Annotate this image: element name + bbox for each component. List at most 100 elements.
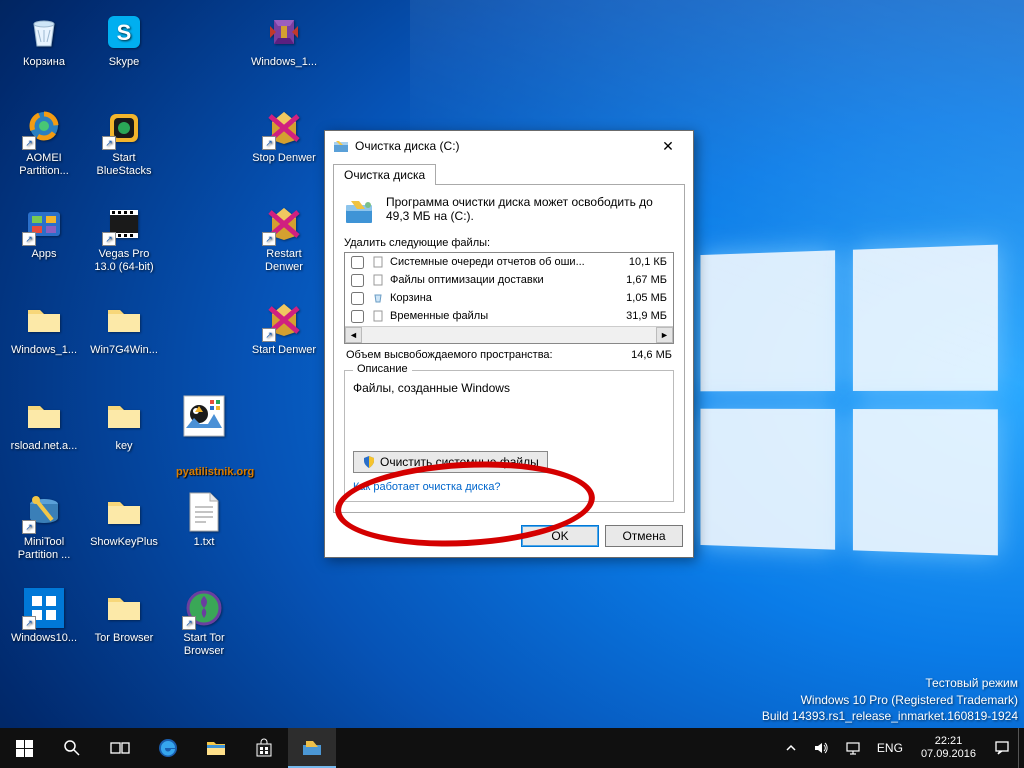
file-name: Корзина (390, 292, 603, 304)
disk-cleanup-dialog: Очистка диска (C:) ✕ Очистка диска Прогр… (324, 130, 694, 558)
uac-shield-icon (362, 455, 376, 469)
desktop-icon-[interactable]: Корзина (6, 6, 82, 96)
shortcut-arrow-icon: ↗ (262, 136, 276, 150)
tray-language[interactable]: ENG (869, 741, 911, 755)
desktop-icon-windows-1[interactable]: Windows_1... (246, 6, 322, 96)
desktop-icon-start-bluestacks[interactable]: ↗ Start BlueStacks (86, 102, 162, 192)
tray-volume-icon[interactable] (805, 740, 837, 756)
icon-label: Win7G4Win... (87, 344, 161, 357)
desktop-icon-rsload-net-a[interactable]: rsload.net.a... (6, 390, 82, 480)
icon-label: AOMEI Partition... (7, 152, 81, 177)
desktop-icon-stop-denwer[interactable]: ↗ Stop Denwer (246, 102, 322, 192)
desktop-icon-showkeyplus[interactable]: ShowKeyPlus (86, 486, 162, 576)
file-size: 10,1 КБ (603, 256, 667, 268)
file-checkbox[interactable] (351, 292, 364, 305)
tray-clock[interactable]: 22:21 07.09.2016 (911, 735, 986, 761)
close-button[interactable]: ✕ (647, 132, 689, 160)
tray-overflow-button[interactable] (777, 742, 805, 754)
desktop[interactable]: КорзинаSSkypeWindows_1...↗AOMEI Partitio… (0, 0, 1024, 768)
icon-label: Vegas Pro 13.0 (64-bit) (87, 248, 161, 273)
desktop-icon-1-txt[interactable]: 1.txt (166, 486, 242, 576)
shortcut-arrow-icon: ↗ (22, 616, 36, 630)
show-desktop-button[interactable] (1018, 728, 1024, 768)
tray-network-icon[interactable] (837, 740, 869, 756)
icon-label: Skype (87, 56, 161, 69)
file-name: Файлы оптимизации доставки (390, 274, 603, 286)
file-list-row[interactable]: Файлы оптимизации доставки1,67 МБ (345, 271, 673, 289)
desktop-icon-key[interactable]: key (86, 390, 162, 480)
icon-label: Корзина (7, 56, 81, 69)
desktop-icon-tor-browser[interactable]: Tor Browser (86, 582, 162, 672)
file-small-icon (370, 273, 386, 287)
shortcut-arrow-icon: ↗ (262, 232, 276, 246)
desktop-icon-start-denwer[interactable]: ↗Start Denwer (246, 294, 322, 384)
icon-label: Windows10... (7, 632, 81, 645)
file-small-icon (370, 309, 386, 323)
file-size: 31,9 МБ (603, 310, 667, 322)
desktop-icon-windows10[interactable]: ↗ Windows10... (6, 582, 82, 672)
taskbar-store[interactable] (240, 728, 288, 768)
desktop-icon-restart-denwer[interactable]: ↗ Restart Denwer (246, 198, 322, 288)
file-name: Временные файлы (390, 310, 603, 322)
icon-label: MiniTool Partition ... (7, 536, 81, 561)
icon-label: Windows_1... (247, 56, 321, 69)
taskbar-disk-cleanup[interactable] (288, 728, 336, 768)
icon-label: Start BlueStacks (87, 152, 161, 177)
file-list-row[interactable]: Корзина1,05 МБ (345, 289, 673, 307)
recycle-bin-small-icon (370, 291, 386, 305)
search-button[interactable] (48, 728, 96, 768)
start-button[interactable] (0, 728, 48, 768)
desktop-icon-start-tor-browser[interactable]: ↗ Start Tor Browser (166, 582, 242, 672)
icon-label: Restart Denwer (247, 248, 321, 273)
cancel-button[interactable]: Отмена (605, 525, 683, 547)
desktop-icon-minitool-partition[interactable]: ↗MiniTool Partition ... (6, 486, 82, 576)
file-checkbox[interactable] (351, 310, 364, 323)
disk-cleanup-icon (333, 138, 349, 154)
description-group: Описание Файлы, созданные Windows Очисти… (344, 370, 674, 502)
description-text: Файлы, созданные Windows (353, 381, 665, 395)
icon-label: Tor Browser (87, 632, 161, 645)
tray-action-center-icon[interactable] (986, 740, 1018, 756)
icon-label: Start Tor Browser (167, 632, 241, 657)
horizontal-scrollbar[interactable]: ◄ ► (345, 326, 673, 343)
how-cleanup-works-link[interactable]: Как работает очистка диска? (353, 481, 665, 493)
icon-label: Apps (7, 248, 81, 261)
icon-label: Windows_1... (7, 344, 81, 357)
tab-cleanup[interactable]: Очистка диска (333, 164, 436, 185)
desktop-icon-apps[interactable]: ↗ Apps (6, 198, 82, 288)
file-list-row[interactable]: Системные очереди отчетов об оши...10,1 … (345, 253, 673, 271)
shortcut-arrow-icon: ↗ (22, 232, 36, 246)
system-tray: ENG 22:21 07.09.2016 (777, 728, 1024, 768)
file-checkbox[interactable] (351, 274, 364, 287)
cleanup-system-files-button[interactable]: Очистить системные файлы (353, 451, 548, 473)
icon-label: 1.txt (167, 536, 241, 549)
scroll-right-button[interactable]: ► (656, 327, 673, 343)
desktop-icon-aomei-partition[interactable]: ↗AOMEI Partition... (6, 102, 82, 192)
desktop-icon-skype[interactable]: SSkype (86, 6, 162, 96)
shortcut-arrow-icon: ↗ (182, 616, 196, 630)
icon-label: rsload.net.a... (7, 440, 81, 453)
desktop-watermark: Тестовый режим Windows 10 Pro (Registere… (762, 675, 1018, 724)
icon-label: key (87, 440, 161, 453)
dialog-message: Программа очистки диска может освободить… (386, 195, 674, 223)
file-size: 1,05 МБ (603, 292, 667, 304)
scroll-left-button[interactable]: ◄ (345, 327, 362, 343)
desktop-icon-windows-1[interactable]: Windows_1... (6, 294, 82, 384)
taskbar-file-explorer[interactable] (192, 728, 240, 768)
taskbar-edge[interactable] (144, 728, 192, 768)
file-list-row[interactable]: Временные файлы31,9 МБ (345, 307, 673, 325)
shortcut-arrow-icon: ↗ (262, 328, 276, 342)
file-checkbox[interactable] (351, 256, 364, 269)
description-legend: Описание (353, 363, 412, 375)
summary-label: Объем высвобождаемого пространства: (346, 349, 631, 361)
file-name: Системные очереди отчетов об оши... (390, 256, 603, 268)
task-view-button[interactable] (96, 728, 144, 768)
dialog-title: Очистка диска (C:) (355, 139, 647, 153)
desktop-icon-vegas-pro-13-0-64-bit[interactable]: ↗Vegas Pro 13.0 (64-bit) (86, 198, 162, 288)
file-list[interactable]: Системные очереди отчетов об оши...10,1 … (344, 252, 674, 344)
dialog-titlebar[interactable]: Очистка диска (C:) ✕ (325, 131, 693, 161)
shortcut-arrow-icon: ↗ (102, 136, 116, 150)
desktop-icon-win7g4win[interactable]: Win7G4Win... (86, 294, 162, 384)
ok-button[interactable]: OK (521, 525, 599, 547)
icon-label: Stop Denwer (247, 152, 321, 165)
